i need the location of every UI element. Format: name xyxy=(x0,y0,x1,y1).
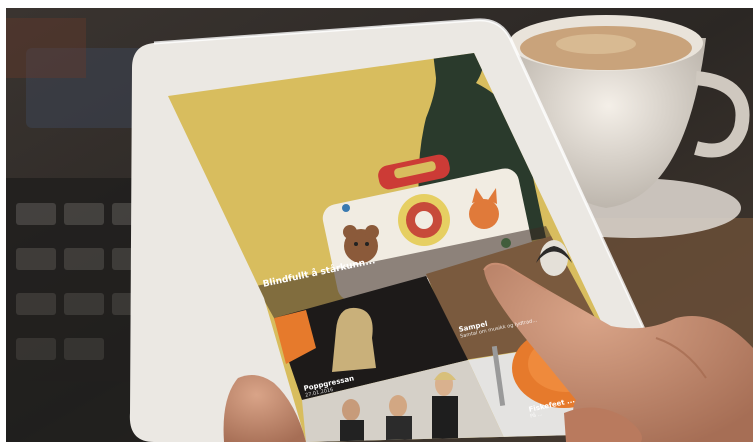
tablet-photo: Blindfullt å stårkunn... Poppgressan 27.… xyxy=(6,8,753,442)
object-blur xyxy=(6,18,86,78)
photo-scene xyxy=(6,8,753,442)
person-photo-sampel xyxy=(540,240,568,276)
screenshot-frame: Blindfullt å stårkunn... Poppgressan 27.… xyxy=(0,0,753,442)
